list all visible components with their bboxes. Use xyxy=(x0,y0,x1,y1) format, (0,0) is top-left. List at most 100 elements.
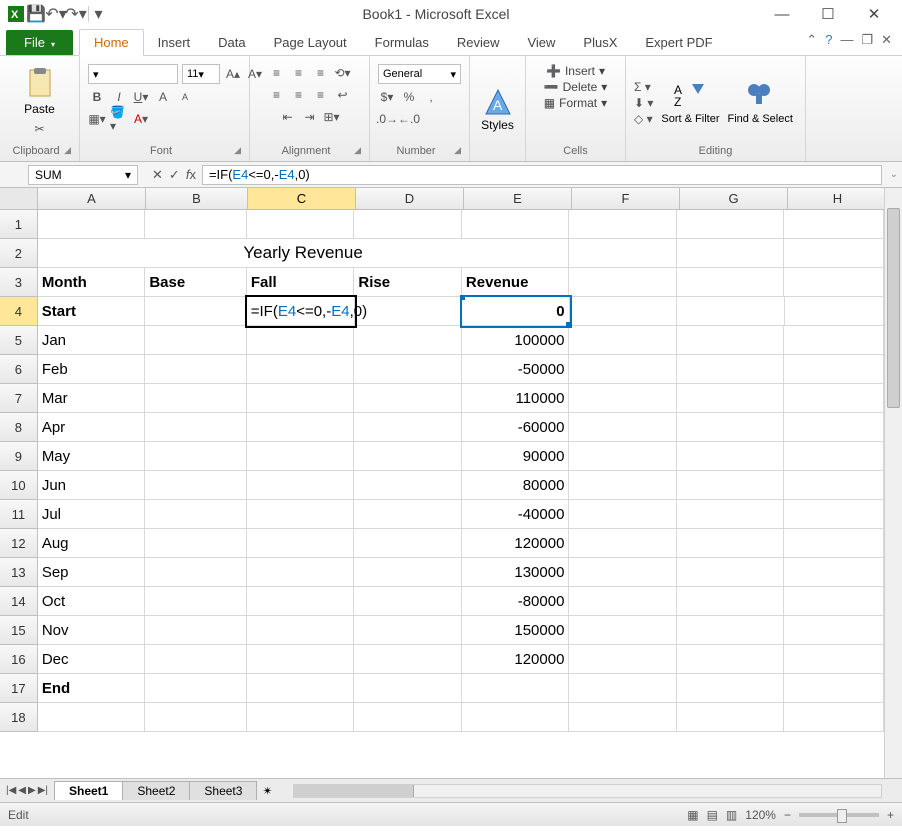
cell-F16[interactable] xyxy=(569,645,677,674)
tab-home[interactable]: Home xyxy=(79,29,144,56)
cell-C14[interactable] xyxy=(247,587,355,616)
clear-icon[interactable]: ◇ ▾ xyxy=(634,112,653,126)
row-header-4[interactable]: 4 xyxy=(0,297,38,326)
cell-D4[interactable] xyxy=(355,297,462,326)
orientation-icon[interactable]: ⟲▾ xyxy=(334,64,352,82)
zoom-out-icon[interactable]: − xyxy=(784,808,791,822)
tab-review[interactable]: Review xyxy=(443,30,514,55)
tab-insert[interactable]: Insert xyxy=(144,30,205,55)
cell-B15[interactable] xyxy=(145,616,247,645)
cell-G9[interactable] xyxy=(677,442,785,471)
cell-E11[interactable]: -40000 xyxy=(462,500,570,529)
row-header-14[interactable]: 14 xyxy=(0,587,38,616)
row-header-15[interactable]: 15 xyxy=(0,616,38,645)
cell-F10[interactable] xyxy=(569,471,677,500)
row-header-3[interactable]: 3 xyxy=(0,268,38,297)
cell-E14[interactable]: -80000 xyxy=(462,587,570,616)
cell-A18[interactable] xyxy=(38,703,146,732)
fill-icon[interactable]: ⬇ ▾ xyxy=(634,96,653,110)
cell-A4[interactable]: Start xyxy=(38,297,145,326)
merge-center-icon[interactable]: ⊞▾ xyxy=(323,108,341,126)
cell-H13[interactable] xyxy=(784,558,884,587)
enter-formula-icon[interactable]: ✓ xyxy=(169,167,180,183)
cell-E7[interactable]: 110000 xyxy=(462,384,570,413)
cell-B10[interactable] xyxy=(145,471,247,500)
cell-F15[interactable] xyxy=(569,616,677,645)
sheet-tab-sheet2[interactable]: Sheet2 xyxy=(122,781,190,800)
insert-cells-button[interactable]: ➕Insert ▾ xyxy=(546,64,605,78)
cell-H6[interactable] xyxy=(784,355,884,384)
cell-D17[interactable] xyxy=(354,674,462,703)
cell-H12[interactable] xyxy=(784,529,884,558)
cell-D6[interactable] xyxy=(354,355,462,384)
row-header-11[interactable]: 11 xyxy=(0,500,38,529)
first-sheet-icon[interactable]: |◀ xyxy=(6,785,16,796)
cell-A5[interactable]: Jan xyxy=(38,326,146,355)
comma-format-icon[interactable]: , xyxy=(422,88,440,106)
header-cell-A[interactable]: Month xyxy=(38,268,146,297)
cell-H4[interactable] xyxy=(785,297,884,326)
italic-button[interactable]: I xyxy=(110,88,128,106)
cell-B17[interactable] xyxy=(145,674,247,703)
cell-B13[interactable] xyxy=(145,558,247,587)
row-header-16[interactable]: 16 xyxy=(0,645,38,674)
tab-view[interactable]: View xyxy=(513,30,569,55)
tab-page-layout[interactable]: Page Layout xyxy=(260,30,361,55)
cell-D7[interactable] xyxy=(354,384,462,413)
cell-E4[interactable]: 0 xyxy=(462,297,569,326)
cell-C6[interactable] xyxy=(247,355,355,384)
cell-B5[interactable] xyxy=(145,326,247,355)
cell-D15[interactable] xyxy=(354,616,462,645)
styles-button[interactable]: Styles xyxy=(481,118,514,132)
column-header-E[interactable]: E xyxy=(464,188,572,209)
horizontal-scrollbar[interactable] xyxy=(293,784,882,798)
increase-font-icon[interactable]: A▴ xyxy=(224,65,242,83)
cell-C17[interactable] xyxy=(247,674,355,703)
cancel-formula-icon[interactable]: ✕ xyxy=(152,167,163,183)
cell-E13[interactable]: 130000 xyxy=(462,558,570,587)
align-right-icon[interactable]: ≡ xyxy=(312,86,330,104)
cell-B14[interactable] xyxy=(145,587,247,616)
autosum-icon[interactable]: Σ ▾ xyxy=(634,80,653,94)
font-size-selector[interactable]: 11▾ xyxy=(182,64,220,84)
cell-G11[interactable] xyxy=(677,500,785,529)
tab-formulas[interactable]: Formulas xyxy=(361,30,443,55)
zoom-in-icon[interactable]: + xyxy=(887,808,894,822)
cell-C1[interactable] xyxy=(247,210,355,239)
clipboard-dialog-launcher[interactable]: ◢ xyxy=(64,145,71,156)
paste-button[interactable]: Paste xyxy=(24,102,55,116)
normal-view-icon[interactable]: ▦ xyxy=(687,808,698,822)
cell-A16[interactable]: Dec xyxy=(38,645,146,674)
decrease-decimal-icon[interactable]: ←.0 xyxy=(400,110,418,128)
cell-D16[interactable] xyxy=(354,645,462,674)
row-header-17[interactable]: 17 xyxy=(0,674,38,703)
window-restore-icon[interactable]: ❐ xyxy=(861,32,873,48)
cell-C12[interactable] xyxy=(247,529,355,558)
cell-H2[interactable] xyxy=(784,239,884,268)
paste-icon[interactable] xyxy=(24,68,56,100)
cell-F14[interactable] xyxy=(569,587,677,616)
cell-H8[interactable] xyxy=(784,413,884,442)
minimize-ribbon-icon[interactable]: ⌃ xyxy=(806,32,817,48)
column-header-H[interactable]: H xyxy=(788,188,888,209)
cell-E17[interactable] xyxy=(462,674,570,703)
decrease-indent-icon[interactable]: ⇤ xyxy=(279,108,297,126)
cell-G14[interactable] xyxy=(677,587,785,616)
cell-F1[interactable] xyxy=(569,210,677,239)
cell-F12[interactable] xyxy=(569,529,677,558)
cell-A9[interactable]: May xyxy=(38,442,146,471)
cell-D18[interactable] xyxy=(354,703,462,732)
cell-G15[interactable] xyxy=(677,616,785,645)
header-cell-H[interactable] xyxy=(784,268,884,297)
column-header-F[interactable]: F xyxy=(572,188,680,209)
percent-format-icon[interactable]: % xyxy=(400,88,418,106)
cell-F8[interactable] xyxy=(569,413,677,442)
row-header-5[interactable]: 5 xyxy=(0,326,38,355)
font-dialog-launcher[interactable]: ◢ xyxy=(234,145,241,156)
cell-E15[interactable]: 150000 xyxy=(462,616,570,645)
header-cell-C[interactable]: Fall xyxy=(247,268,355,297)
cell-H10[interactable] xyxy=(784,471,884,500)
column-header-A[interactable]: A xyxy=(38,188,146,209)
cell-H7[interactable] xyxy=(784,384,884,413)
row-header-18[interactable]: 18 xyxy=(0,703,38,732)
